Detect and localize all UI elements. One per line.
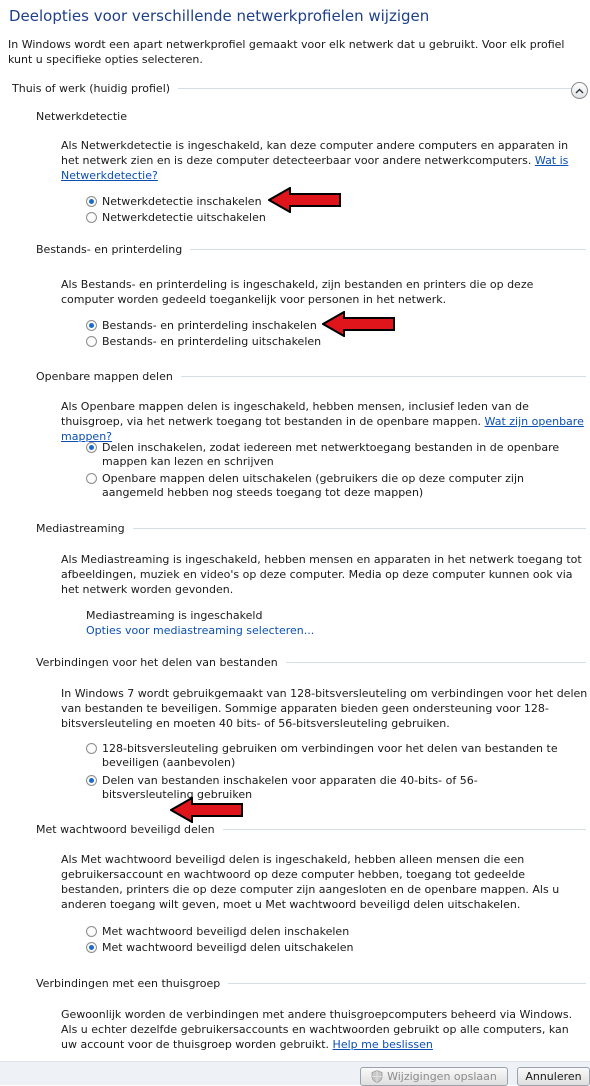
divider <box>190 249 586 250</box>
divider <box>132 528 586 529</box>
radio-netwerkdetectie-off[interactable]: Netwerkdetectie uitschakelen <box>86 211 266 225</box>
wachtwoord-description: Als Met wachtwoord beveiligd delen is in… <box>61 853 560 911</box>
red-arrow-annotation <box>268 187 342 213</box>
radio-wachtwoord-on[interactable]: Met wachtwoord beveiligd delen inschakel… <box>86 925 349 939</box>
radio-printerdeling-off[interactable]: Bestands- en printerdeling uitschakelen <box>86 335 321 349</box>
intro-text: In Windows wordt een apart netwerkprofie… <box>8 38 565 66</box>
radio-128bit[interactable]: 128-bitsversleuteling gebruiken om verbi… <box>86 742 562 770</box>
save-changes-button[interactable]: Wijzigingen opslaan <box>360 1067 508 1086</box>
radio-printerdeling-on[interactable]: Bestands- en printerdeling inschakelen <box>86 319 317 333</box>
profile-label: Thuis of werk (huidig profiel) <box>12 82 171 95</box>
printerdeling-description: Als Bestands- en printerdeling is ingesc… <box>61 278 534 306</box>
collapse-profile-button[interactable] <box>571 82 588 99</box>
shield-icon <box>371 1070 383 1083</box>
help-me-beslissen-link[interactable]: Help me beslissen <box>333 1038 433 1051</box>
netwerkdetectie-description: Als Netwerkdetectie is ingeschakeld, kan… <box>61 139 569 182</box>
radio-netwerkdetectie-on[interactable]: Netwerkdetectie inschakelen <box>86 195 262 209</box>
red-arrow-annotation <box>322 311 396 337</box>
divider <box>178 88 572 89</box>
section-heading-verbindingen: Verbindingen voor het delen van bestande… <box>36 656 586 669</box>
section-heading-mediastreaming: Mediastreaming <box>36 522 586 535</box>
section-heading-thuisgroep: Verbindingen met een thuisgroep <box>36 977 586 990</box>
page-title: Deelopties voor verschillende netwerkpro… <box>9 7 430 25</box>
radio-button-selected[interactable] <box>86 442 97 453</box>
red-arrow-annotation <box>170 797 244 823</box>
profile-header[interactable]: Thuis of werk (huidig profiel) <box>12 82 572 95</box>
radio-button-selected[interactable] <box>86 196 97 207</box>
mediastreaming-options-link[interactable]: Opties voor mediastreaming selecteren... <box>86 624 314 637</box>
chevron-up-icon <box>575 88 584 93</box>
divider <box>285 662 586 663</box>
openbare-mappen-description: Als Openbare mappen delen is ingeschakel… <box>61 400 584 443</box>
divider <box>222 829 586 830</box>
verbindingen-description: In Windows 7 wordt gebruikgemaakt van 12… <box>61 687 588 730</box>
cancel-button[interactable]: Annuleren <box>517 1067 590 1086</box>
mediastreaming-description: Als Mediastreaming is ingeschakeld, hebb… <box>61 553 582 596</box>
section-heading-wachtwoord: Met wachtwoord beveiligd delen <box>36 823 586 836</box>
section-heading-openbare-mappen: Openbare mappen delen <box>36 370 586 383</box>
radio-button[interactable] <box>86 212 97 223</box>
divider <box>180 376 586 377</box>
radio-button-selected[interactable] <box>86 942 97 953</box>
radio-button[interactable] <box>86 926 97 937</box>
radio-wachtwoord-off[interactable]: Met wachtwoord beveiligd delen uitschake… <box>86 941 353 955</box>
radio-button[interactable] <box>86 473 97 484</box>
radio-button[interactable] <box>86 743 97 754</box>
radio-40-56bit[interactable]: Delen van bestanden inschakelen voor app… <box>86 774 562 802</box>
radio-openbare-mappen-on[interactable]: Delen inschakelen, zodat iedereen met ne… <box>86 441 562 469</box>
radio-button[interactable] <box>86 336 97 347</box>
section-heading-printerdeling: Bestands- en printerdeling <box>36 243 586 256</box>
radio-openbare-mappen-off[interactable]: Openbare mappen delen uitschakelen (gebr… <box>86 472 562 500</box>
divider <box>228 983 586 984</box>
mediastreaming-status: Mediastreaming is ingeschakeld <box>86 609 263 622</box>
thuisgroep-description: Gewoonlijk worden de verbindingen met an… <box>61 1008 573 1051</box>
radio-button-selected[interactable] <box>86 320 97 331</box>
section-heading-netwerkdetectie: Netwerkdetectie <box>36 110 127 123</box>
radio-button-selected[interactable] <box>86 775 97 786</box>
